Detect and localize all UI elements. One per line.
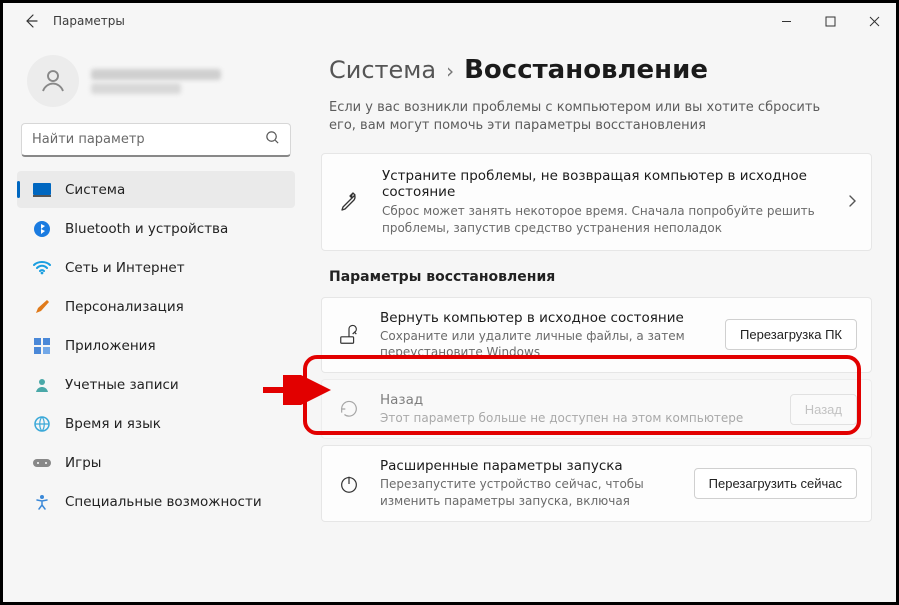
goback-title: Назад: [380, 392, 772, 408]
globe-icon: [33, 415, 51, 433]
sidebar-item-label: Приложения: [65, 338, 156, 354]
sidebar-item-label: Персонализация: [65, 299, 184, 315]
wrench-icon: [336, 190, 364, 214]
troubleshoot-title: Устраните проблемы, не возвращая компьют…: [382, 168, 829, 200]
sidebar-item-label: Специальные возможности: [65, 494, 262, 510]
accessibility-icon: [33, 493, 51, 511]
restart-now-button[interactable]: Перезагрузить сейчас: [694, 468, 857, 499]
breadcrumb-parent[interactable]: Система: [329, 56, 436, 84]
profile-email-blurred: [91, 83, 181, 94]
intro-text: Если у вас возникли проблемы с компьютер…: [319, 99, 839, 153]
sidebar-item-label: Система: [65, 182, 125, 198]
window-title: Параметры: [53, 14, 125, 28]
maximize-button[interactable]: [808, 3, 852, 39]
sidebar-item-bluetooth[interactable]: Bluetooth и устройства: [17, 210, 295, 247]
section-header: Параметры восстановления: [329, 269, 872, 285]
reset-icon: [336, 324, 362, 346]
sidebar: Найти параметр Система Bluetooth и устро…: [3, 39, 309, 602]
apps-icon: [33, 337, 51, 355]
goback-sub: Этот параметр больше не доступен на этом…: [380, 410, 772, 426]
goback-icon: [336, 398, 362, 420]
advanced-sub: Перезапустите устройство сейчас, чтобы и…: [380, 476, 676, 508]
sidebar-item-system[interactable]: Система: [17, 171, 295, 208]
power-icon: [336, 473, 362, 495]
main-panel: Система › Восстановление Если у вас возн…: [309, 39, 896, 602]
goback-button: Назад: [790, 394, 857, 425]
brush-icon: [33, 298, 51, 316]
sidebar-item-label: Игры: [65, 455, 101, 471]
search-icon: [265, 130, 280, 149]
advanced-startup-option: Расширенные параметры запуска Перезапуст…: [321, 445, 872, 521]
sidebar-item-accounts[interactable]: Учетные записи: [17, 366, 295, 403]
profile-block[interactable]: [11, 47, 301, 117]
reset-pc-button[interactable]: Перезагрузка ПК: [725, 319, 857, 350]
advanced-title: Расширенные параметры запуска: [380, 458, 676, 474]
breadcrumb: Система › Восстановление: [319, 47, 872, 99]
bluetooth-icon: [33, 220, 51, 238]
close-button[interactable]: [852, 3, 896, 39]
chevron-right-icon: ›: [446, 59, 454, 83]
chevron-right-icon: [847, 193, 857, 212]
reset-pc-option: Вернуть компьютер в исходное состояние С…: [321, 297, 872, 373]
sidebar-item-label: Время и язык: [65, 416, 161, 432]
sidebar-item-time-language[interactable]: Время и язык: [17, 405, 295, 442]
gamepad-icon: [33, 454, 51, 472]
profile-name-blurred: [91, 69, 221, 80]
troubleshoot-card[interactable]: Устраните проблемы, не возвращая компьют…: [321, 153, 872, 250]
accounts-icon: [33, 376, 51, 394]
reset-sub: Сохраните или удалите личные файлы, а за…: [380, 328, 707, 360]
wifi-icon: [33, 259, 51, 277]
minimize-button[interactable]: [764, 3, 808, 39]
sidebar-item-label: Учетные записи: [65, 377, 179, 393]
settings-window: Параметры Найти параметр: [0, 0, 899, 605]
system-icon: [33, 181, 51, 199]
search-placeholder: Найти параметр: [32, 132, 145, 147]
search-input[interactable]: Найти параметр: [21, 123, 291, 157]
reset-title: Вернуть компьютер в исходное состояние: [380, 310, 707, 326]
goback-option: Назад Этот параметр больше не доступен н…: [321, 379, 872, 439]
sidebar-item-personalization[interactable]: Персонализация: [17, 288, 295, 325]
nav-list: Система Bluetooth и устройства Сеть и Ин…: [11, 169, 301, 602]
sidebar-item-label: Сеть и Интернет: [65, 260, 185, 276]
avatar: [27, 55, 79, 107]
titlebar: Параметры: [3, 3, 896, 39]
back-icon[interactable]: [23, 13, 39, 29]
sidebar-item-accessibility[interactable]: Специальные возможности: [17, 483, 295, 520]
sidebar-item-label: Bluetooth и устройства: [65, 221, 228, 237]
page-title: Восстановление: [464, 55, 708, 85]
sidebar-item-gaming[interactable]: Игры: [17, 444, 295, 481]
sidebar-item-network[interactable]: Сеть и Интернет: [17, 249, 295, 286]
troubleshoot-sub: Сброс может занять некоторое время. Снач…: [382, 203, 829, 235]
sidebar-item-apps[interactable]: Приложения: [17, 327, 295, 364]
